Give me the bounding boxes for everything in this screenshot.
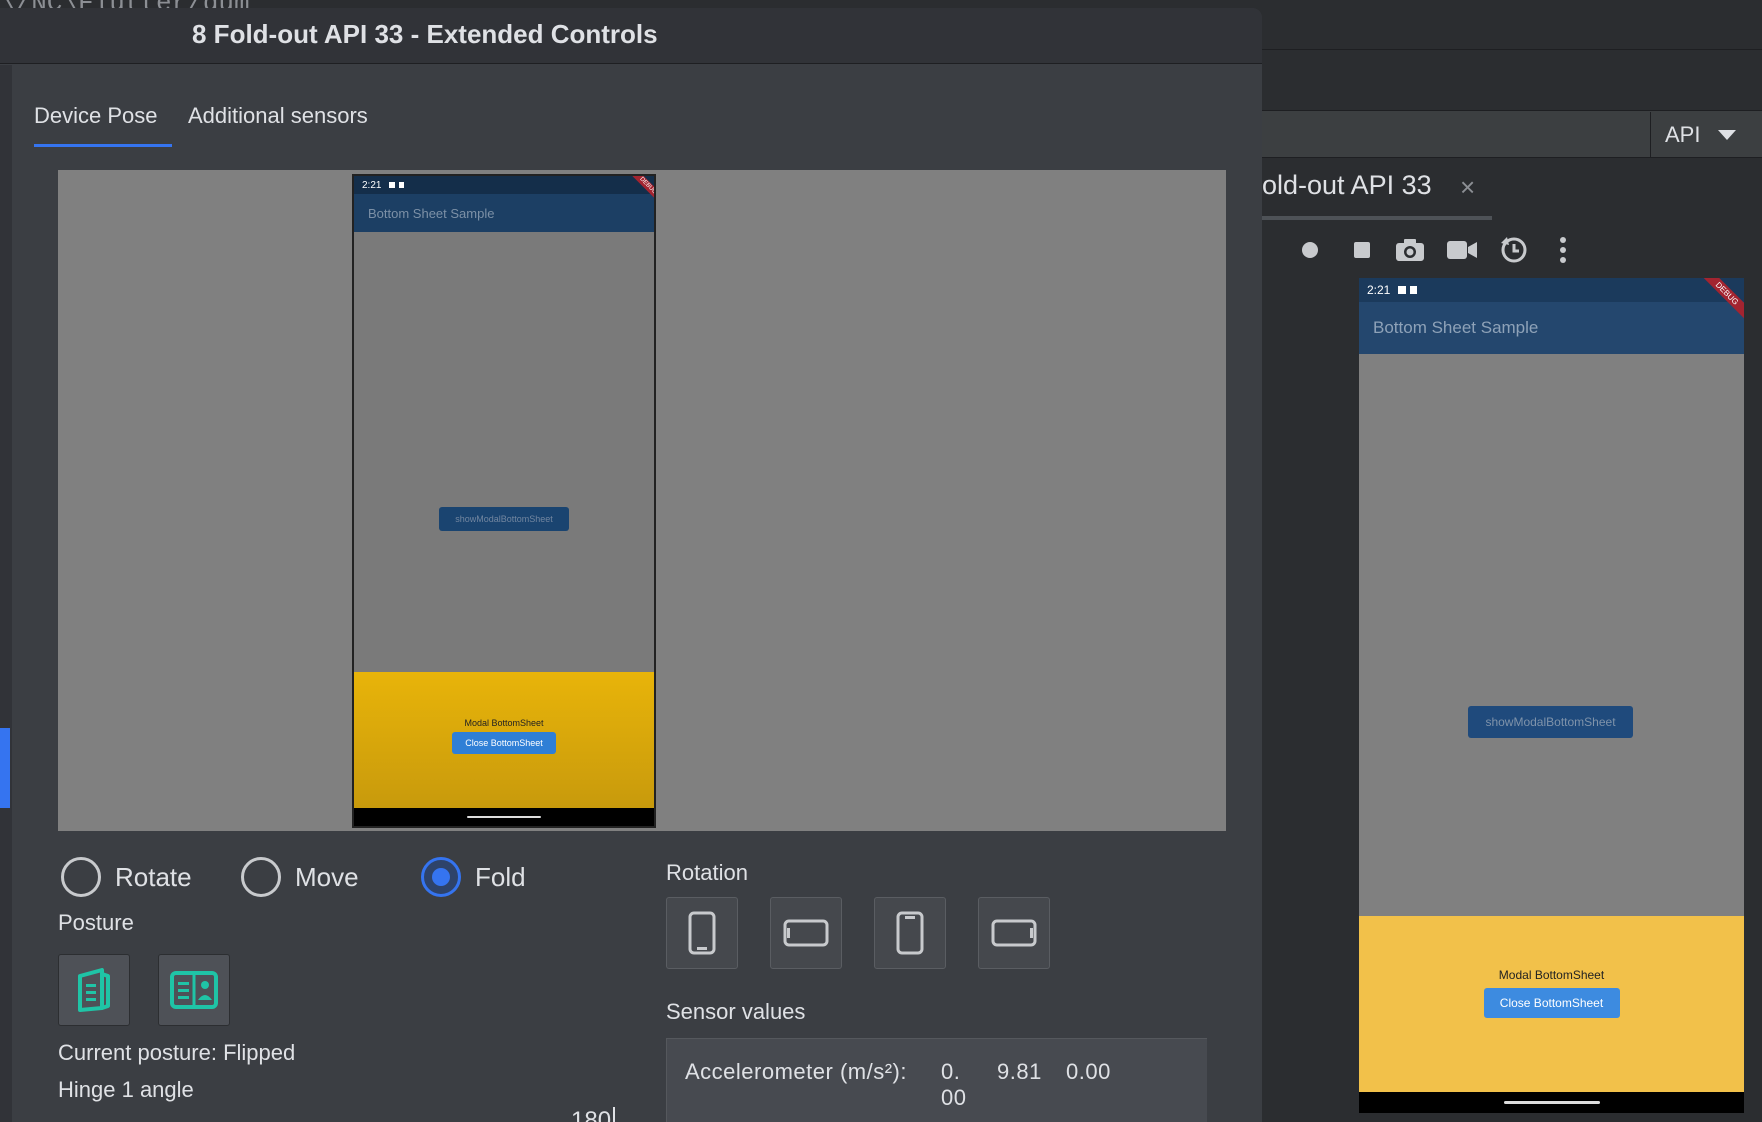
reverse-landscape-icon: [991, 919, 1037, 947]
preview-show-button: showModalBottomSheet: [439, 507, 569, 531]
sensor-values-box: Accelerometer (m/s²): 0. 00 9.81 0.00: [666, 1038, 1226, 1122]
emulator-screen[interactable]: 2:21 Bottom Sheet Sample DEBUG showModal…: [1359, 278, 1744, 1113]
app-title: Bottom Sheet Sample: [1373, 318, 1539, 337]
hinge-angle-input[interactable]: 180: [571, 1107, 616, 1122]
gesture-handle[interactable]: [1503, 1101, 1600, 1104]
tab-additional-sensors[interactable]: Additional sensors: [188, 103, 368, 129]
posture-heading: Posture: [58, 910, 134, 935]
preview-app-bar: Bottom Sheet Sample: [354, 194, 654, 232]
rotate-portrait-button[interactable]: [666, 897, 738, 969]
emulator-toolbar: [1262, 228, 1762, 272]
rotate-landscape-button[interactable]: [770, 897, 842, 969]
close-icon[interactable]: ×: [1460, 172, 1475, 203]
portrait-icon: [688, 911, 716, 955]
camera-icon[interactable]: [1390, 228, 1430, 272]
landscape-icon: [783, 919, 829, 947]
radio-move-label: Move: [295, 861, 359, 892]
preview-close-button: Close BottomSheet: [452, 732, 556, 754]
phone-nav-bar: [1359, 1092, 1744, 1113]
preview-status-time: 2:21: [362, 179, 382, 191]
rotate-reverse-landscape-button[interactable]: [978, 897, 1050, 969]
phone-app-bar: Bottom Sheet Sample: [1359, 302, 1744, 354]
sensor-scrollbar[interactable]: [1207, 1038, 1226, 1122]
extended-controls-dialog: 8 Fold-out API 33 - Extended Controls De…: [0, 8, 1262, 1122]
radio-fold-dot: [432, 868, 450, 886]
status-time: 2:21: [1367, 283, 1391, 297]
preview-nav-bar: [354, 808, 654, 826]
api-dropdown[interactable]: API: [1650, 112, 1762, 158]
preview-gesture-handle: [467, 816, 541, 818]
current-posture: Current posture: Flipped: [58, 1040, 296, 1065]
show-modal-bottom-sheet-button[interactable]: showModalBottomSheet: [1468, 706, 1633, 738]
rotate-icon[interactable]: [1494, 228, 1534, 272]
pose-phone-preview: 2:21 Bottom Sheet Sample DEBUG showModal…: [352, 174, 656, 828]
posture-open-button[interactable]: [158, 954, 230, 1026]
accelerometer-x: 0. 00: [941, 1059, 967, 1110]
posture-open-icon: [170, 971, 218, 1009]
radio-move[interactable]: Move: [241, 857, 359, 897]
preview-status-bar: 2:21: [354, 176, 654, 194]
api-dropdown-label: API: [1665, 122, 1701, 147]
posture-closed-button[interactable]: [58, 954, 130, 1026]
dialog-title: 8 Fold-out API 33 - Extended Controls: [192, 19, 658, 49]
radio-move-circle[interactable]: [241, 857, 281, 897]
preview-app-title: Bottom Sheet Sample: [368, 205, 495, 221]
radio-fold-label: Fold: [475, 861, 526, 892]
side-selection-indicator: [0, 728, 10, 808]
accelerometer-label: Accelerometer (m/s²):: [685, 1059, 907, 1084]
rotate-reverse-portrait-button[interactable]: [874, 897, 946, 969]
tab-emulator[interactable]: old-out API 33 ×: [1262, 170, 1762, 220]
radio-fold-circle[interactable]: [421, 857, 461, 897]
radio-rotate[interactable]: Rotate: [61, 857, 192, 897]
ide-secondary-bar: [1262, 50, 1762, 110]
radio-rotate-label: Rotate: [115, 861, 192, 892]
preview-notification-icons: [389, 182, 405, 188]
accelerometer-y: 9.81: [997, 1059, 1042, 1084]
dialog-side-strip: [0, 65, 12, 1122]
chevron-down-icon: [1718, 130, 1737, 140]
stop-icon[interactable]: [1344, 228, 1380, 272]
video-camera-icon[interactable]: [1440, 228, 1484, 272]
sensor-values-heading: Sensor values: [666, 999, 806, 1024]
phone-status-bar: 2:21: [1359, 278, 1744, 302]
tab-device-pose[interactable]: Device Pose: [34, 103, 158, 129]
bottom-sheet: Modal BottomSheet Close BottomSheet: [1359, 916, 1744, 1092]
record-icon[interactable]: [1292, 228, 1328, 272]
active-tab-underline: [34, 144, 172, 147]
hinge-angle-label: Hinge 1 angle: [58, 1077, 194, 1102]
dialog-title-bar: 8 Fold-out API 33 - Extended Controls: [0, 8, 1262, 64]
posture-closed-icon: [78, 968, 110, 1012]
sheet-text: Modal BottomSheet: [1498, 968, 1605, 982]
close-bottom-sheet-button[interactable]: Close BottomSheet: [1483, 988, 1620, 1018]
device-pose-view[interactable]: 2:21 Bottom Sheet Sample DEBUG showModal…: [58, 170, 1226, 831]
radio-fold[interactable]: Fold: [421, 857, 526, 897]
preview-bottom-sheet: Modal BottomSheet Close BottomSheet: [354, 672, 654, 808]
emulator-tab-underline: [1262, 216, 1492, 220]
rotation-heading: Rotation: [666, 860, 748, 885]
reverse-portrait-icon: [896, 911, 924, 955]
more-vertical-icon[interactable]: [1548, 228, 1578, 272]
accelerometer-z: 0.00: [1066, 1059, 1111, 1084]
status-notification-icons: [1398, 286, 1418, 294]
emulator-tab-label: old-out API 33: [1262, 170, 1432, 200]
preview-sheet-text: Modal BottomSheet: [464, 718, 544, 728]
radio-rotate-circle[interactable]: [61, 857, 101, 897]
